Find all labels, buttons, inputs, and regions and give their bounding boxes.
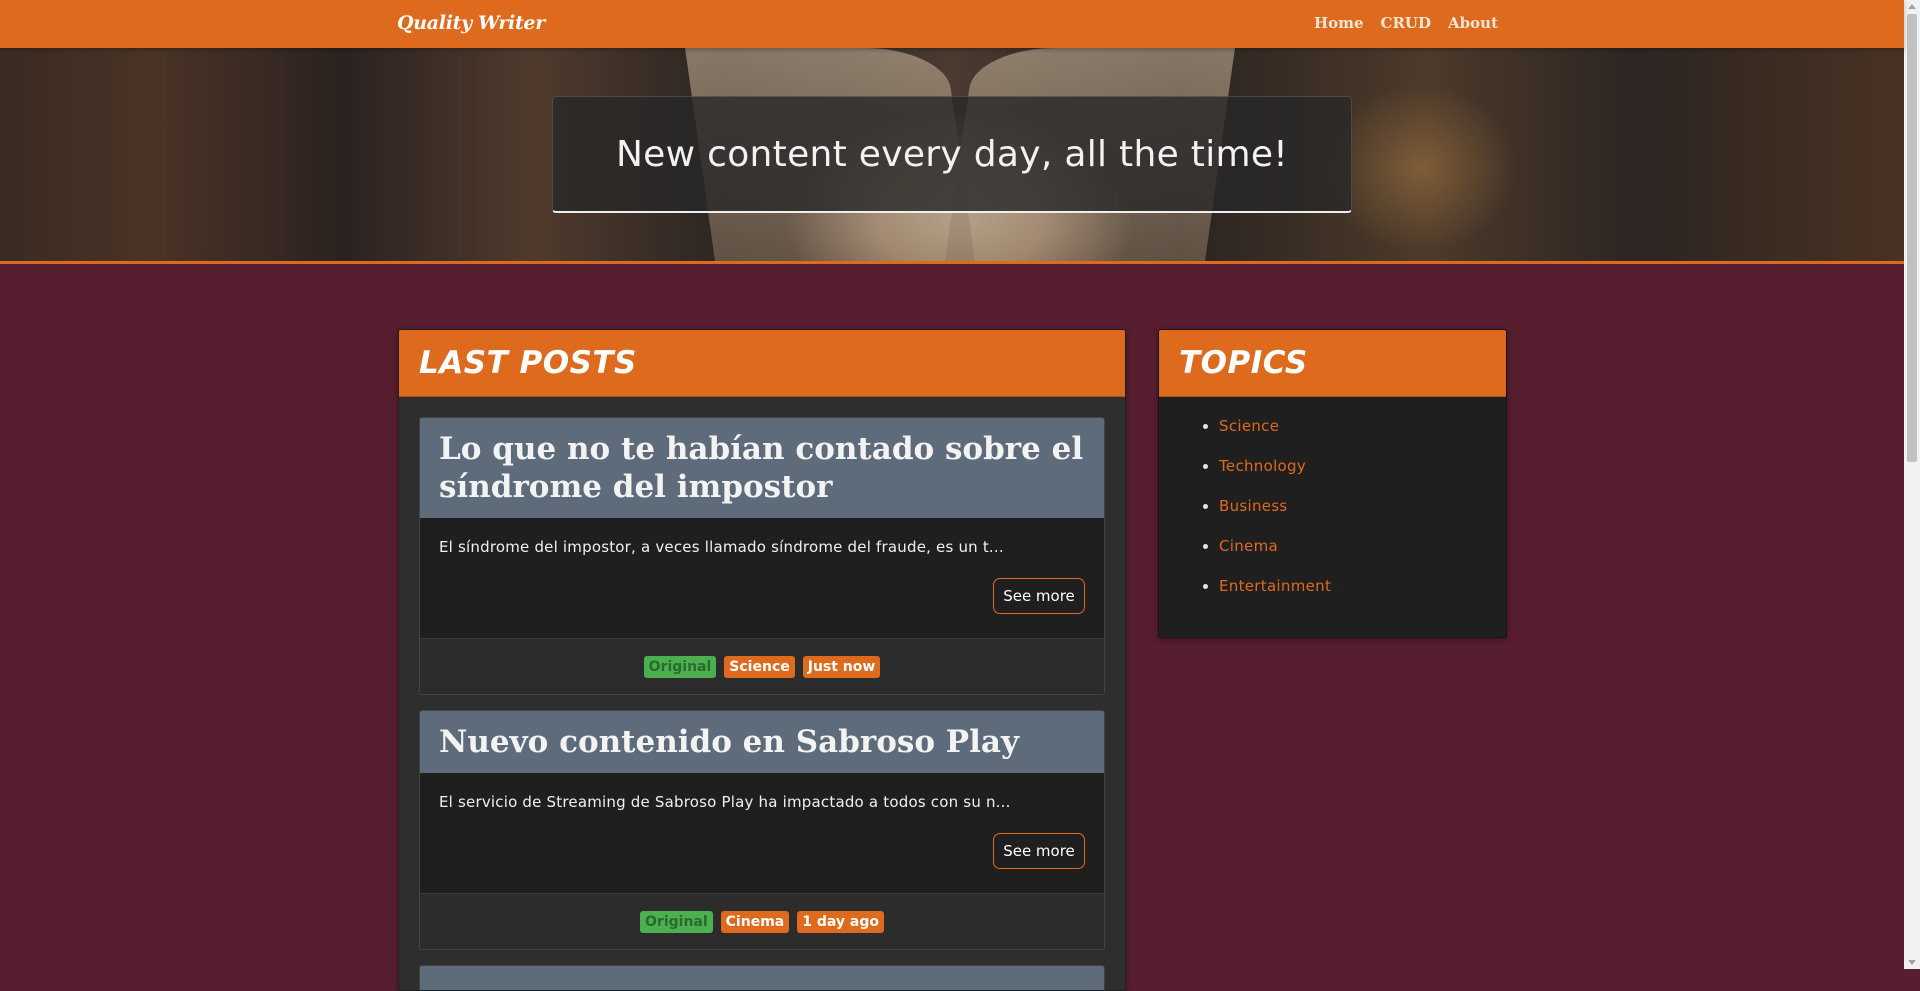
post-card: Nuevo contenido en Sabroso Play El servi…	[419, 710, 1105, 950]
last-posts-title: Last Posts	[419, 345, 637, 381]
topic-item: Business	[1219, 497, 1506, 537]
original-badge: Original	[643, 655, 717, 678]
topic-link-science[interactable]: Science	[1219, 417, 1279, 435]
scrollbar-thumb[interactable]	[1907, 14, 1917, 462]
page-scrollbar[interactable]	[1904, 0, 1920, 969]
nav-link-crud[interactable]: CRUD	[1381, 14, 1432, 32]
scroll-up-arrow-icon[interactable]	[1908, 4, 1916, 9]
hero-banner: New content every day, all the time!	[0, 48, 1904, 264]
post-excerpt: El servicio de Streaming de Sabroso Play…	[439, 793, 1011, 811]
category-badge: Science	[724, 655, 795, 678]
post-title[interactable]: Nuevo contenido en Sabroso Play	[420, 711, 1104, 773]
hero-tagline: New content every day, all the time!	[615, 133, 1289, 175]
topic-item: Science	[1219, 417, 1506, 457]
category-badge: Cinema	[720, 910, 790, 933]
last-posts-header: Last Posts	[399, 330, 1125, 397]
see-more-button[interactable]: See more	[993, 578, 1085, 614]
nav-link-about[interactable]: About	[1448, 14, 1498, 32]
post-footer: Original Cinema 1 day ago	[420, 893, 1104, 949]
see-more-button[interactable]: See more	[993, 833, 1085, 869]
post-title[interactable]: Lo que no te habían contado sobre el sín…	[420, 418, 1104, 518]
nav-link-home[interactable]: Home	[1314, 14, 1364, 32]
post-excerpt: El síndrome del impostor, a veces llamad…	[439, 538, 1004, 556]
post-body: El síndrome del impostor, a veces llamad…	[420, 518, 1104, 614]
scroll-down-arrow-icon[interactable]	[1908, 960, 1916, 965]
last-posts-card: Last Posts Lo que no te habían contado s…	[398, 329, 1126, 991]
post-body: El servicio de Streaming de Sabroso Play…	[420, 773, 1104, 869]
time-badge: 1 day ago	[797, 910, 884, 933]
topic-item: Technology	[1219, 457, 1506, 497]
topics-card: Topics Science Technology Business Cinem…	[1158, 329, 1507, 638]
post-title-partial[interactable]	[420, 966, 1104, 990]
topic-item: Cinema	[1219, 537, 1506, 577]
topic-link-business[interactable]: Business	[1219, 497, 1288, 515]
navbar: Quality Writer Home CRUD About	[0, 0, 1904, 48]
hero-tagline-box: New content every day, all the time!	[552, 96, 1352, 213]
post-card: Lo que no te habían contado sobre el sín…	[419, 417, 1105, 695]
topic-link-cinema[interactable]: Cinema	[1219, 537, 1278, 555]
time-badge: Just now	[802, 655, 881, 678]
topics-title: Topics	[1179, 345, 1308, 381]
nav-links: Home CRUD About	[1314, 14, 1498, 32]
post-footer: Original Science Just now	[420, 638, 1104, 694]
original-badge: Original	[640, 910, 713, 933]
topic-link-entertainment[interactable]: Entertainment	[1219, 577, 1331, 595]
topic-link-technology[interactable]: Technology	[1219, 457, 1306, 475]
topics-list: Science Technology Business Cinema Enter…	[1159, 397, 1506, 617]
topic-item: Entertainment	[1219, 577, 1506, 617]
brand-logo[interactable]: Quality Writer	[397, 12, 545, 34]
topics-header: Topics	[1159, 330, 1506, 397]
